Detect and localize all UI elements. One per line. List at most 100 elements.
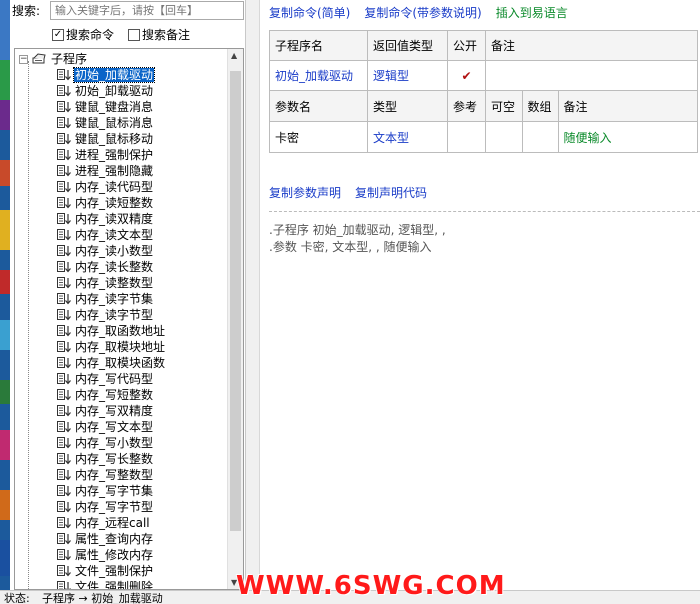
tree-item[interactable]: 进程_强制隐藏 xyxy=(15,163,227,179)
tree-item[interactable]: 初始_加载驱动 xyxy=(15,67,227,83)
site-watermark: WWW.6SWG.COM xyxy=(236,571,506,601)
tree-item[interactable]: 内存_写小数型 xyxy=(15,435,227,451)
copy-param-declaration-link[interactable]: 复制参数声明 xyxy=(269,184,341,201)
subroutine-icon xyxy=(57,325,71,337)
subroutine-header-row: 子程序名 返回值类型 公开 备注 xyxy=(269,30,698,61)
book-stack-icon xyxy=(32,53,46,64)
subroutine-name-cell[interactable]: 初始_加载驱动 xyxy=(269,60,368,91)
command-tree[interactable]: − 子程序 初始_加载驱动 初始_卸载驱动 键鼠_键盘消息 键鼠_鼠标消息 键鼠_鼠标移… xyxy=(14,48,244,590)
subroutine-icon xyxy=(57,229,71,241)
search-notes-checkbox[interactable]: 搜索备注 xyxy=(128,26,190,43)
subroutine-icon xyxy=(57,117,71,129)
search-input[interactable] xyxy=(50,0,244,20)
declaration-links: 复制参数声明 复制声明代码 xyxy=(269,184,427,201)
tree-item[interactable]: 内存_读小数型 xyxy=(15,243,227,259)
param-row: 卡密 文本型 随便输入 xyxy=(269,121,698,153)
tree-item[interactable]: 内存_取模块函数 xyxy=(15,355,227,371)
col-public: 公开 xyxy=(447,30,486,61)
detail-panel: 复制命令(简单) 复制命令(带参数说明) 插入到易语言 子程序名 返回值类型 公… xyxy=(260,0,700,590)
col-param-name: 参数名 xyxy=(269,90,368,122)
tree-item-label: 内存_读长整数 xyxy=(75,260,154,274)
tree-item-label: 内存_取模块地址 xyxy=(75,340,166,354)
tree-item-list: 初始_加载驱动 初始_卸载驱动 键鼠_键盘消息 键鼠_鼠标消息 键鼠_鼠标移动 进程_强制… xyxy=(15,67,227,589)
subroutine-icon xyxy=(57,357,71,369)
tree-item[interactable]: 初始_卸载驱动 xyxy=(15,83,227,99)
tree-item-label: 内存_写整数型 xyxy=(75,468,154,482)
subroutine-table: 子程序名 返回值类型 公开 备注 初始_加载驱动 逻辑型 ✔ 参数名 类型 参考… xyxy=(269,30,698,153)
tree-item-label: 属性_查询内存 xyxy=(75,532,154,546)
search-notes-label: 搜索备注 xyxy=(142,28,191,42)
col-param-ref: 参考 xyxy=(447,90,486,122)
search-label: 搜索: xyxy=(12,3,41,18)
panel-splitter[interactable] xyxy=(246,0,260,590)
param-ref-cell[interactable] xyxy=(447,121,486,153)
search-filter-row: ✓ 搜索命令 搜索备注 xyxy=(52,26,190,43)
tree-item[interactable]: 内存_取函数地址 xyxy=(15,323,227,339)
code-line-param: .参数 卡密, 文本型, , 随便输入 xyxy=(269,240,432,254)
copy-declaration-code-link[interactable]: 复制声明代码 xyxy=(355,184,427,201)
scroll-up-arrow-icon[interactable]: ▲ xyxy=(231,51,237,60)
tree-item[interactable]: 键鼠_鼠标消息 xyxy=(15,115,227,131)
tree-root-node[interactable]: − 子程序 xyxy=(19,51,88,67)
tree-item[interactable]: 内存_写双精度 xyxy=(15,403,227,419)
subroutine-icon xyxy=(57,501,71,513)
scroll-thumb[interactable] xyxy=(230,71,241,531)
subroutine-icon xyxy=(57,437,71,449)
tree-item[interactable]: 内存_取模块地址 xyxy=(15,339,227,355)
status-label: 状态: xyxy=(4,591,30,604)
tree-item-label: 键鼠_鼠标移动 xyxy=(75,132,154,146)
subroutine-icon xyxy=(57,197,71,209)
search-commands-checkbox[interactable]: ✓ 搜索命令 xyxy=(52,26,114,43)
tree-item[interactable]: 内存_读长整数 xyxy=(15,259,227,275)
tree-item[interactable]: 内存_写代码型 xyxy=(15,371,227,387)
tree-item[interactable]: 内存_写字节集 xyxy=(15,483,227,499)
tree-item-label: 文件_强制保护 xyxy=(75,564,154,578)
tree-item[interactable]: 属性_修改内存 xyxy=(15,547,227,563)
tree-item[interactable]: 内存_写文本型 xyxy=(15,419,227,435)
collapse-toggle-icon[interactable]: − xyxy=(19,54,28,64)
param-nullable-cell[interactable] xyxy=(486,122,523,152)
copy-command-simple-link[interactable]: 复制命令(简单) xyxy=(269,4,350,21)
subroutine-icon xyxy=(57,469,71,481)
subroutine-icon xyxy=(57,309,71,321)
tree-item[interactable]: 键鼠_键盘消息 xyxy=(15,99,227,115)
tree-item[interactable]: 键鼠_鼠标移动 xyxy=(15,131,227,147)
copy-command-with-params-link[interactable]: 复制命令(带参数说明) xyxy=(364,4,481,21)
param-array-cell[interactable] xyxy=(521,122,559,152)
tree-item[interactable]: 文件_强制保护 xyxy=(15,563,227,579)
tree-item[interactable]: 内存_读整数型 xyxy=(15,275,227,291)
subroutine-icon xyxy=(57,421,71,433)
tree-item-label: 内存_读字节型 xyxy=(75,308,154,322)
checkbox-checked-icon: ✓ xyxy=(52,28,64,41)
col-note: 备注 xyxy=(485,30,698,61)
param-note-cell[interactable]: 随便输入 xyxy=(558,122,697,152)
return-type-cell[interactable]: 逻辑型 xyxy=(367,60,448,91)
subroutine-icon xyxy=(57,293,71,305)
tree-item[interactable]: 内存_写整数型 xyxy=(15,467,227,483)
code-line-subroutine: .子程序 初始_加载驱动, 逻辑型, , xyxy=(269,223,446,237)
subroutine-icon xyxy=(57,213,71,225)
tree-item[interactable]: 内存_读短整数 xyxy=(15,195,227,211)
tree-item[interactable]: 内存_读双精度 xyxy=(15,211,227,227)
tree-item[interactable]: 内存_读字节型 xyxy=(15,307,227,323)
tree-item-label: 进程_强制保护 xyxy=(75,148,154,162)
public-check-icon[interactable]: ✔ xyxy=(447,60,486,91)
tree-item[interactable]: 进程_强制保护 xyxy=(15,147,227,163)
tree-item[interactable]: 文件_强制删除 xyxy=(15,579,227,589)
tree-item[interactable]: 内存_写短整数 xyxy=(15,387,227,403)
tree-item[interactable]: 内存_读字节集 xyxy=(15,291,227,307)
tree-item-label: 初始_加载驱动 xyxy=(72,67,156,83)
tree-item[interactable]: 属性_查询内存 xyxy=(15,531,227,547)
tree-item[interactable]: 内存_写长整数 xyxy=(15,451,227,467)
subroutine-icon xyxy=(57,405,71,417)
tree-item[interactable]: 内存_读代码型 xyxy=(15,179,227,195)
note-cell[interactable] xyxy=(485,60,698,91)
tree-scrollbar[interactable]: ▲ ▼ xyxy=(227,49,243,589)
tree-item[interactable]: 内存_写字节型 xyxy=(15,499,227,515)
insert-to-eyuyan-link[interactable]: 插入到易语言 xyxy=(496,4,568,21)
param-name-cell[interactable]: 卡密 xyxy=(269,121,368,153)
param-type-cell[interactable]: 文本型 xyxy=(367,121,448,153)
subroutine-icon xyxy=(57,533,71,545)
tree-item[interactable]: 内存_远程call xyxy=(15,515,227,531)
tree-item[interactable]: 内存_读文本型 xyxy=(15,227,227,243)
